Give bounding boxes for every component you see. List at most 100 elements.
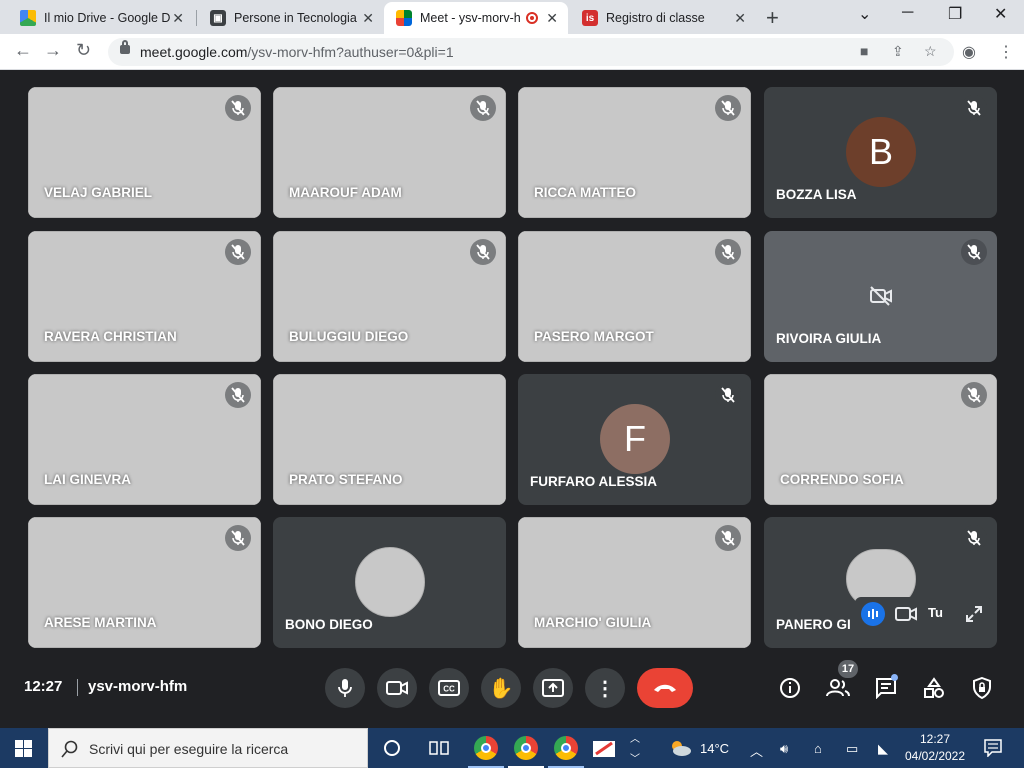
participant-tile[interactable]: VELAJ GABRIEL — [28, 87, 261, 218]
close-tab-icon[interactable]: ✕ — [734, 10, 746, 27]
participant-tile[interactable]: RICCA MATTEO — [518, 87, 751, 218]
new-tab-icon[interactable]: + — [766, 5, 779, 31]
leave-call-button[interactable] — [637, 668, 693, 708]
participant-tile[interactable]: MAAROUF ADAM — [273, 87, 506, 218]
url-text: meet.google.com/ysv-morv-hfm?authuser=0&… — [140, 44, 454, 60]
present-button[interactable] — [533, 668, 573, 708]
mic-off-icon — [225, 382, 251, 408]
participant-tile[interactable]: BONO DIEGO — [273, 517, 506, 648]
meet-tray-icon[interactable]: ⌂ — [814, 741, 822, 756]
camera-in-use-icon[interactable]: ■ — [860, 43, 868, 59]
search-icon — [61, 740, 78, 758]
activities-button[interactable] — [920, 674, 948, 702]
tab-meet[interactable]: Meet - ysv-morv-h ✕ — [384, 2, 568, 34]
close-tab-icon[interactable]: ✕ — [546, 10, 558, 27]
forward-arrow-icon[interactable]: → — [44, 40, 62, 61]
system-clock[interactable]: 12:27 04/02/2022 — [902, 731, 968, 765]
captions-button[interactable]: CC — [429, 668, 469, 708]
participant-tile[interactable]: MARCHIO' GIULIA — [518, 517, 751, 648]
wifi-icon[interactable]: ◣ — [878, 741, 888, 757]
google-drive-icon — [20, 10, 36, 26]
mic-off-icon — [961, 382, 987, 408]
participant-tile[interactable]: RIVOIRA GIULIA — [764, 231, 997, 362]
participant-tile[interactable]: ARESE MARTINA — [28, 517, 261, 648]
system-date: 04/02/2022 — [904, 749, 966, 763]
participant-tile[interactable]: F FURFARO ALESSIA — [518, 374, 751, 505]
expand-icon[interactable] — [965, 605, 983, 623]
participant-name: CORRENDO SOFIA — [780, 472, 904, 487]
close-tab-icon[interactable]: ✕ — [172, 10, 184, 27]
activities-icon — [924, 677, 944, 698]
window-close-button[interactable]: ✕ — [994, 4, 1007, 24]
participant-tile[interactable]: LAI GINEVRA — [28, 374, 261, 505]
mic-off-icon — [225, 95, 251, 121]
mic-off-icon — [225, 525, 251, 551]
more-options-button[interactable]: ⋮ — [585, 668, 625, 708]
people-button[interactable] — [824, 674, 852, 702]
chrome-taskbar-icon[interactable] — [554, 736, 578, 760]
tab-title: Il mio Drive - Google D — [44, 11, 171, 25]
chrome-taskbar-icon[interactable] — [514, 736, 538, 760]
lock-icon — [120, 40, 130, 54]
tray-expand-icon[interactable]: ︿ — [750, 741, 763, 760]
participant-tile[interactable]: BULUGGIU DIEGO — [273, 231, 506, 362]
share-icon[interactable]: ⇪ — [892, 43, 904, 60]
chrome-taskbar-icon[interactable] — [474, 736, 498, 760]
volume-icon[interactable]: 🔊︎ — [780, 741, 788, 757]
avatar: B — [846, 117, 916, 187]
battery-icon[interactable]: ▭ — [846, 741, 858, 757]
back-arrow-icon[interactable]: ← — [14, 40, 32, 61]
scroll-down-icon[interactable]: ﹀ — [630, 750, 640, 765]
bookmark-star-icon[interactable]: ☆ — [924, 43, 937, 60]
scroll-up-icon[interactable]: ︿ — [630, 730, 640, 745]
avatar — [355, 547, 425, 617]
camera-icon[interactable] — [895, 606, 917, 622]
participant-name: RAVERA CHRISTIAN — [44, 329, 177, 344]
notification-center-icon[interactable] — [984, 739, 1002, 757]
host-controls-button[interactable] — [968, 674, 996, 702]
participant-name: PANERO GI — [776, 617, 851, 632]
participant-tile[interactable]: B BOZZA LISA — [764, 87, 997, 218]
windows-start-icon[interactable] — [15, 740, 32, 757]
meeting-code: ysv-morv-hfm — [88, 678, 188, 695]
participant-tile[interactable]: PASERO MARGOT — [518, 231, 751, 362]
tab-persone[interactable]: ▣ Persone in Tecnologia ✕ — [198, 2, 384, 34]
tab-divider — [196, 10, 197, 26]
chat-notification-dot — [891, 674, 898, 681]
window-minimize-button[interactable]: ─ — [902, 4, 913, 22]
window-restore-button[interactable]: ❐ — [948, 4, 962, 24]
chrome-menu-icon[interactable]: ⋮ — [998, 42, 1014, 62]
tab-drive[interactable]: Il mio Drive - Google D ✕ — [8, 2, 194, 34]
taskbar-search-box[interactable]: Scrivi qui per eseguire la ricerca — [48, 728, 368, 768]
minimize-icon[interactable]: ⌄ — [858, 4, 871, 24]
participant-tile[interactable]: RAVERA CHRISTIAN — [28, 231, 261, 362]
classroom-icon: ▣ — [210, 10, 226, 26]
profile-icon[interactable]: ◉ — [962, 42, 976, 62]
participant-name: FURFARO ALESSIA — [530, 474, 658, 489]
participant-tile[interactable]: PRATO STEFANO — [273, 374, 506, 505]
microphone-button[interactable] — [325, 668, 365, 708]
address-bar[interactable]: meet.google.com/ysv-morv-hfm?authuser=0&… — [108, 38, 954, 66]
raise-hand-button[interactable]: ✋ — [481, 668, 521, 708]
search-placeholder: Scrivi qui per eseguire la ricerca — [89, 741, 289, 757]
task-view-icon[interactable] — [429, 739, 449, 757]
captions-icon: CC — [438, 680, 460, 696]
participant-tile[interactable]: CORRENDO SOFIA — [764, 374, 997, 505]
present-screen-icon — [542, 679, 564, 697]
whiteboard-app-icon[interactable] — [592, 738, 616, 760]
close-tab-icon[interactable]: ✕ — [362, 10, 374, 27]
system-time: 12:27 — [919, 732, 951, 746]
participant-name: PASERO MARGOT — [534, 329, 654, 344]
camera-off-icon — [870, 286, 892, 306]
camera-icon — [386, 681, 408, 695]
reload-icon[interactable]: ↻ — [76, 40, 91, 61]
meeting-details-button[interactable] — [776, 674, 804, 702]
cortana-icon[interactable] — [383, 739, 401, 757]
registro-icon: is — [582, 10, 598, 26]
tab-registro[interactable]: is Registro di classe ✕ — [570, 2, 756, 34]
tab-title: Meet - ysv-morv-h — [420, 11, 521, 25]
mic-off-icon — [470, 239, 496, 265]
weather-cloud-icon[interactable] — [668, 739, 692, 757]
hand-icon: ✋ — [488, 677, 514, 700]
camera-button[interactable] — [377, 668, 417, 708]
